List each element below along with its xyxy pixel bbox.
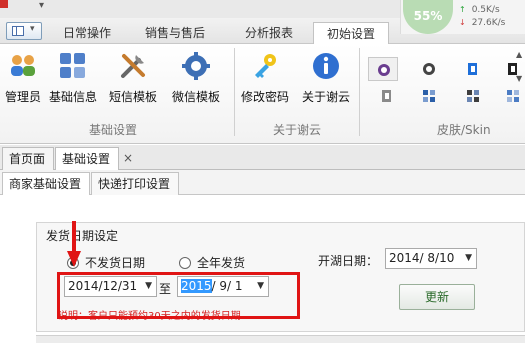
skin-option-gray[interactable] [372,84,402,108]
upload-speed-value: 0.5K/s [471,5,500,15]
tab-express-print-settings[interactable]: 快递打印设置 [91,172,179,195]
key-icon [255,54,276,78]
scroll-up-icon[interactable]: ▲ [516,50,522,59]
pointer-arrow-icon [67,221,81,267]
tab-basic-settings[interactable]: 基础设置 [55,147,119,170]
tab-daily-operations[interactable]: 日常操作 [55,22,119,44]
skin-office-icon [382,90,391,102]
skin-option-dark[interactable] [414,57,444,81]
open-date-picker[interactable]: 2014/ 8/10 ▼ [385,248,477,269]
tab-home-page[interactable]: 首页面 [2,147,54,170]
basic-info-button[interactable]: 基础信息 [47,47,99,105]
close-icon[interactable]: × [123,151,133,165]
skin-option-tiles-dark[interactable] [458,84,488,108]
tab-sales-aftersales[interactable]: 销售与售后 [137,22,213,44]
gear-icon [182,52,210,80]
open-date-label: 开湖日期： [318,254,379,268]
window-icon [12,26,24,36]
skin-tiles-icon [467,90,479,102]
sms-template-label: 短信模板 [108,90,157,104]
upload-speed: ↑ 0.5K/s [459,5,500,15]
basic-settings-group-label: 基础设置 [89,123,138,137]
skin-group-label: 皮肤/Skin [437,123,491,137]
memory-gauge: 55% [403,0,453,34]
highlight-frame [57,272,300,319]
skin-office-icon [468,63,477,75]
next-groupbox-edge [36,335,525,343]
tab-merchant-settings[interactable]: 商家基础设置 [2,172,90,195]
quick-access-dropdown-icon[interactable]: ▾ [39,0,44,11]
upload-arrow-icon: ↑ [459,5,466,14]
app-menu-button[interactable]: ▾ [6,22,42,40]
download-speed-value: 27.6K/s [471,18,506,28]
radio-unselected[interactable] [179,257,191,269]
about-group-label: 关于谢云 [273,123,322,137]
about-label: 关于谢云 [301,90,350,104]
wechat-template-button[interactable]: 微信模板 [170,47,222,105]
about-button[interactable]: 关于谢云 [300,47,352,105]
network-speed-widget[interactable]: 55% ↑ 0.5K/s ↓ 27.6K/s [400,0,525,34]
skin-circle-icon [378,64,390,76]
skin-option-tiles-blue[interactable] [414,84,444,108]
tools-icon [121,54,145,78]
scroll-down-icon[interactable]: ▼ [516,74,522,83]
open-date-value: 2014/ 8/10 [389,251,455,265]
no-ship-date-label: 不发货日期 [85,256,146,270]
skin-option-blue[interactable] [458,57,488,81]
wechat-template-label: 微信模板 [171,90,220,104]
skin-gallery-scroll[interactable]: ▲ ▼ [516,48,525,118]
download-speed: ↓ 27.6K/s [459,18,505,28]
info-icon [313,53,339,79]
ribbon-divider [359,48,360,136]
shipping-date-title: 发货日期设定 [46,227,121,244]
update-button[interactable]: 更新 [399,284,475,310]
app-logo [0,0,8,8]
skin-circle-icon [423,63,435,75]
change-password-label: 修改密码 [240,90,289,104]
users-icon [11,55,35,76]
skin-tiles-icon [423,90,435,102]
download-arrow-icon: ↓ [459,18,466,27]
skin-option-purple[interactable] [368,57,398,81]
sms-template-button[interactable]: 短信模板 [107,47,159,105]
tab-initial-settings[interactable]: 初始设置 [313,22,389,44]
change-password-button[interactable]: 修改密码 [239,47,291,105]
chevron-down-icon: ▾ [30,24,35,34]
tab-reports[interactable]: 分析报表 [231,22,307,44]
admin-button[interactable]: 管理员 [0,47,49,105]
all-year-label: 全年发货 [197,256,246,270]
grid-icon [60,53,85,78]
basic-info-label: 基础信息 [48,90,97,104]
chevron-down-icon[interactable]: ▼ [465,249,472,268]
